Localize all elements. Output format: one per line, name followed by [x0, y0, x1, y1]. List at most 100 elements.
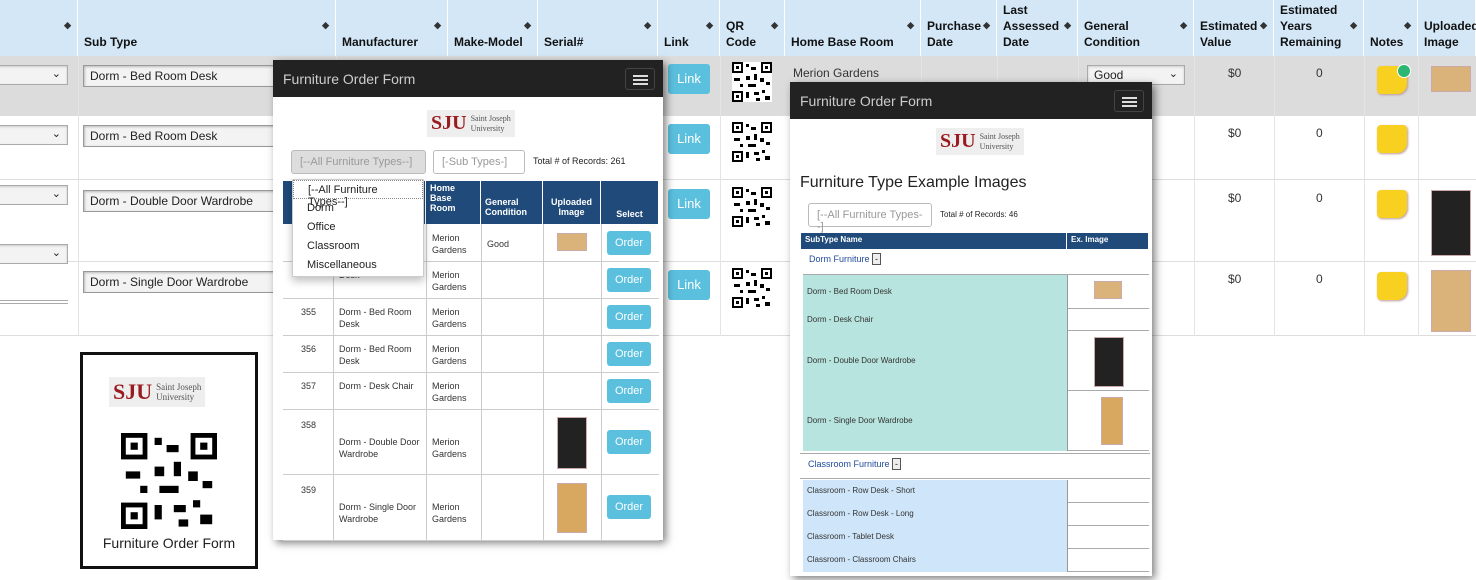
sort-icon[interactable]: ◆ [1260, 20, 1267, 31]
hamburger-menu-icon[interactable] [625, 68, 655, 90]
sort-icon[interactable]: ◆ [706, 20, 713, 31]
qr-code-icon[interactable] [732, 122, 772, 162]
column-header-last-assessed[interactable]: Last Assessed Date ◆ [997, 0, 1078, 56]
sort-icon[interactable]: ◆ [64, 20, 71, 31]
column-header-serial[interactable]: Serial# ◆ [538, 0, 658, 56]
desk-image[interactable] [1094, 281, 1122, 299]
column-header-example-image[interactable]: Ex. Image [1067, 233, 1149, 249]
wardrobe-image[interactable] [1431, 270, 1471, 332]
sort-icon[interactable]: ◆ [907, 20, 914, 31]
sub-type-field[interactable]: Dorm - Double Door Wardrobe [83, 190, 283, 212]
note-icon[interactable] [1377, 190, 1407, 218]
sort-icon[interactable]: ◆ [644, 20, 651, 31]
column-header-home-base-room[interactable]: Home Base Room [426, 181, 481, 224]
home-base-room: Merion Gardens [793, 66, 880, 80]
sort-icon[interactable]: ◆ [1180, 20, 1187, 31]
order-button[interactable]: Order [607, 230, 651, 255]
order-button[interactable]: Order [607, 267, 651, 292]
wardrobe-image[interactable] [557, 417, 587, 469]
sju-logo: SJU Saint Joseph University [936, 128, 1024, 155]
column-header-general-condition[interactable]: General Condition ◆ [1078, 0, 1194, 56]
column-header-years-remaining[interactable]: Estimated Years Remaining ◆ [1274, 0, 1364, 56]
link-button[interactable]: Link [668, 270, 710, 300]
dropdown-option[interactable]: [--All Furniture Types--] [293, 180, 423, 208]
sort-icon[interactable]: ◆ [983, 20, 990, 31]
column-header-condition[interactable]: General Condition [481, 181, 543, 224]
hamburger-menu-icon[interactable] [1114, 90, 1144, 112]
sub-type-filter[interactable]: [-Sub Types-] [433, 150, 525, 174]
dropdown-option[interactable]: Miscellaneous [293, 256, 423, 275]
note-icon[interactable] [1377, 125, 1407, 153]
note-icon[interactable] [1377, 64, 1411, 94]
collapse-toggle[interactable]: - [892, 458, 902, 470]
column-header-notes[interactable]: Notes ◆ [1364, 0, 1418, 56]
home-base-room-cell: Merion Gardens [432, 307, 467, 329]
furniture-type-filter[interactable]: [--All Furniture Types--] [808, 203, 932, 233]
sort-icon[interactable]: ◆ [1064, 20, 1071, 31]
group-classroom-furniture[interactable]: Classroom Furniture - [800, 453, 1150, 479]
row-divider [283, 335, 659, 336]
column-header-estimated-value[interactable]: Estimated Value ◆ [1194, 0, 1274, 56]
sort-icon[interactable]: ◆ [322, 20, 329, 31]
sort-icon[interactable]: ◆ [434, 20, 441, 31]
group-dorm-furniture[interactable]: Dorm Furniture - [803, 249, 1149, 275]
dropdown-option[interactable]: Classroom [293, 237, 423, 256]
type-select[interactable]: ⌄ [0, 125, 68, 145]
column-header-sub-type[interactable]: Sub Type ◆ [78, 0, 336, 56]
estimated-value: $0 [1228, 66, 1242, 80]
chevron-down-icon: ⌄ [51, 247, 61, 259]
link-button[interactable]: Link [668, 124, 710, 154]
type-select[interactable] [0, 300, 68, 304]
wardrobe-image[interactable] [557, 483, 587, 533]
order-button[interactable]: Order [607, 304, 651, 329]
column-header-manufacturer[interactable]: Manufacturer ◆ [336, 0, 448, 56]
estimated-value: $0 [1228, 126, 1242, 140]
subtype-name: Dorm - Desk Chair [807, 315, 874, 324]
column-header-blank[interactable]: ◆ [0, 0, 78, 56]
wardrobe-image[interactable] [1094, 337, 1124, 387]
wardrobe-image[interactable] [1101, 397, 1123, 445]
furniture-type-filter[interactable]: [--All Furniture Types--] [291, 150, 426, 174]
link-button[interactable]: Link [668, 189, 710, 219]
column-header-purchase-date[interactable]: Purchase Date ◆ [921, 0, 997, 56]
dropdown-option[interactable]: Dorm [293, 199, 423, 218]
qr-code-icon[interactable] [732, 268, 772, 308]
order-button[interactable]: Order [607, 429, 651, 454]
order-button[interactable]: Order [607, 378, 651, 403]
column-header-uploaded-image[interactable]: Uploaded Image [543, 181, 601, 224]
type-select[interactable]: ⌄ [0, 244, 68, 264]
sort-icon[interactable]: ◆ [1404, 20, 1411, 31]
sub-type-field[interactable]: Dorm - Bed Room Desk [83, 65, 283, 87]
sort-icon[interactable]: ◆ [1350, 20, 1357, 31]
desk-image[interactable] [557, 233, 587, 251]
column-header-link[interactable]: Link ◆ [658, 0, 720, 56]
column-header-qr-code[interactable]: QR Code ◆ [720, 0, 785, 56]
dropdown-option[interactable]: Office [293, 218, 423, 237]
column-header-home-base-room[interactable]: Home Base Room ◆ [785, 0, 921, 56]
collapse-toggle[interactable]: - [872, 253, 882, 265]
link-button[interactable]: Link [668, 64, 710, 94]
type-select[interactable]: ⌄ [0, 65, 68, 85]
sort-icon[interactable]: ◆ [771, 20, 778, 31]
subtype-name: Classroom - Row Desk - Long [807, 509, 914, 518]
qr-code-icon[interactable] [732, 187, 772, 227]
sub-type-field[interactable]: Dorm - Single Door Wardrobe [83, 271, 283, 293]
furniture-type-dropdown[interactable]: [--All Furniture Types--] Dorm Office Cl… [292, 179, 424, 277]
qr-code-icon[interactable] [732, 62, 772, 102]
record-count: Total # of Records: 46 [940, 210, 1018, 219]
wardrobe-image[interactable] [1431, 190, 1471, 256]
column-header-subtype-name[interactable]: SubType Name [801, 233, 1067, 249]
order-button[interactable]: Order [607, 495, 651, 519]
desk-image[interactable] [1431, 66, 1471, 92]
type-select[interactable]: ⌄ [0, 185, 68, 205]
column-header-uploaded-image[interactable]: Uploaded Image [1418, 0, 1476, 56]
order-button[interactable]: Order [607, 341, 651, 366]
sort-icon[interactable]: ◆ [524, 20, 531, 31]
note-icon[interactable] [1377, 272, 1407, 300]
column-header-make-model[interactable]: Make-Model ◆ [448, 0, 538, 56]
column-header-select[interactable]: Select [601, 181, 659, 224]
sju-logo: SJU Saint Joseph University [109, 377, 206, 407]
example-row: Classroom - Tablet Desk [803, 526, 1149, 549]
subtype-name: Dorm - Double Door Wardrobe [807, 356, 916, 365]
sub-type-field[interactable]: Dorm - Bed Room Desk [83, 125, 283, 147]
